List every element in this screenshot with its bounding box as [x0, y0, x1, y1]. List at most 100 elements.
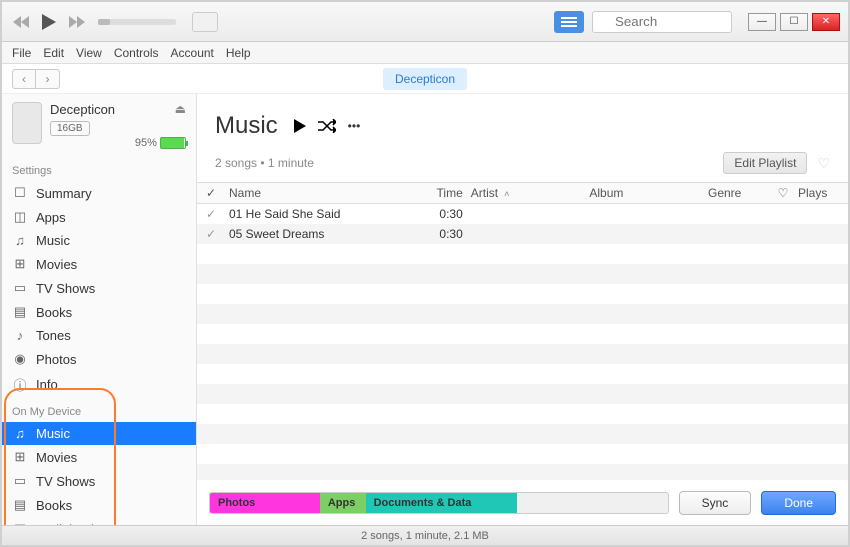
track-time: 0:30: [419, 227, 471, 241]
device-icon: ☐: [12, 185, 28, 201]
storage-usage-bar: Photos Apps Documents & Data: [209, 492, 669, 514]
minimize-button[interactable]: —: [748, 13, 776, 31]
eject-icon[interactable]: ⏏: [175, 102, 186, 116]
more-icon[interactable]: •••: [348, 119, 361, 133]
sidebar-item-audiobooks[interactable]: ▤Audiobooks: [2, 517, 196, 525]
menu-view[interactable]: View: [76, 46, 102, 60]
photos-icon: ◉: [12, 351, 28, 367]
sidebar-item-label: Music: [36, 233, 70, 248]
apps-icon: ◫: [12, 209, 28, 225]
sidebar-item-label: Books: [36, 305, 72, 320]
device-tab[interactable]: Decepticon: [383, 68, 467, 90]
prev-track-icon[interactable]: [10, 12, 32, 32]
sidebar: ⏏ Decepticon 16GB 95% Settings ☐ Summary ◫…: [2, 94, 197, 525]
sidebar-item-info[interactable]: ⓘ Info: [2, 371, 196, 398]
sidebar-item-label: Summary: [36, 186, 92, 201]
play-all-icon[interactable]: [294, 119, 306, 133]
forward-button[interactable]: ›: [36, 69, 60, 89]
sidebar-item-movies[interactable]: ⊞Movies: [2, 445, 196, 469]
maximize-button[interactable]: ☐: [780, 13, 808, 31]
row-check[interactable]: ✓: [197, 207, 225, 221]
menu-file[interactable]: File: [12, 46, 31, 60]
sidebar-item-music[interactable]: ♫Music: [2, 422, 196, 445]
usage-apps: Apps: [320, 493, 366, 513]
sidebar-item-summary[interactable]: ☐ Summary: [2, 181, 196, 205]
table-row: [197, 244, 848, 264]
edit-playlist-button[interactable]: Edit Playlist: [723, 152, 807, 174]
device-card: ⏏ Decepticon 16GB 95%: [2, 94, 196, 161]
sidebar-item-movies[interactable]: ⊞Movies: [2, 252, 196, 276]
column-time[interactable]: Time: [419, 186, 471, 200]
menubar: File Edit View Controls Account Help: [2, 42, 848, 64]
column-plays[interactable]: Plays: [798, 186, 848, 200]
list-view-button[interactable]: [554, 11, 584, 33]
shuffle-icon[interactable]: [318, 119, 336, 133]
table-row: [197, 464, 848, 480]
device-name: Decepticon: [50, 102, 186, 117]
menu-controls[interactable]: Controls: [114, 46, 159, 60]
column-love[interactable]: ♡: [768, 186, 798, 200]
love-icon[interactable]: ♡: [817, 155, 830, 172]
sidebar-item-label: Tones: [36, 328, 71, 343]
sidebar-heading-ondevice: On My Device: [2, 402, 196, 422]
column-artist[interactable]: Artist˄: [471, 186, 590, 200]
tones-icon: ♪: [12, 328, 28, 343]
column-album[interactable]: Album: [589, 186, 708, 200]
sidebar-item-books[interactable]: ▤ Books: [2, 300, 196, 324]
nav-toolbar: ‹ › Decepticon: [2, 64, 848, 94]
table-row[interactable]: ✓05 Sweet Dreams0:30: [197, 224, 848, 244]
books-icon: ▤: [12, 304, 28, 320]
battery-icon: [160, 137, 186, 149]
sidebar-item-label: Books: [36, 498, 72, 513]
menu-help[interactable]: Help: [226, 46, 251, 60]
sidebar-item-label: Info: [36, 377, 58, 392]
sidebar-item-photos[interactable]: ◉Photos: [2, 347, 196, 371]
table-row: [197, 264, 848, 284]
usage-docs: Documents & Data: [366, 493, 517, 513]
menu-edit[interactable]: Edit: [43, 46, 64, 60]
column-genre[interactable]: Genre: [708, 186, 768, 200]
table-row: [197, 404, 848, 424]
tv-icon: ▭: [12, 473, 28, 489]
sort-caret-icon: ˄: [504, 189, 509, 199]
movies-icon: ⊞: [12, 449, 28, 465]
table-row: [197, 444, 848, 464]
sync-button[interactable]: Sync: [679, 491, 752, 515]
search-input[interactable]: [592, 11, 732, 33]
track-name: 05 Sweet Dreams: [225, 227, 419, 241]
sidebar-item-label: TV Shows: [36, 474, 95, 489]
done-button[interactable]: Done: [761, 491, 836, 515]
table-row: [197, 324, 848, 344]
sidebar-item-music[interactable]: ♫Music: [2, 229, 196, 252]
airplay-button[interactable]: [192, 12, 218, 32]
sidebar-item-tv-shows[interactable]: ▭ TV Shows: [2, 469, 196, 493]
battery-percent: 95%: [135, 137, 157, 149]
sidebar-item-books[interactable]: ▤Books: [2, 493, 196, 517]
sidebar-heading-settings: Settings: [2, 161, 196, 181]
table-row: [197, 364, 848, 384]
menu-account[interactable]: Account: [171, 46, 214, 60]
sidebar-item-tv-shows[interactable]: ▭TV Shows: [2, 276, 196, 300]
close-button[interactable]: ✕: [812, 13, 840, 31]
status-bar: 2 songs, 1 minute, 2.1 MB: [2, 525, 848, 545]
next-track-icon[interactable]: [66, 12, 88, 32]
sidebar-item-label: Apps: [36, 210, 66, 225]
titlebar: — ☐ ✕: [2, 2, 848, 42]
volume-slider[interactable]: [98, 19, 176, 25]
sidebar-item-label: Music: [36, 426, 70, 441]
table-row: [197, 344, 848, 364]
play-icon[interactable]: [38, 12, 60, 32]
table-row: [197, 384, 848, 404]
column-name[interactable]: Name: [225, 186, 419, 200]
row-check[interactable]: ✓: [197, 227, 225, 241]
track-list: ✓01 He Said She Said0:30✓05 Sweet Dreams…: [197, 204, 848, 480]
sidebar-item-tones[interactable]: ♪ Tones: [2, 324, 196, 347]
page-title: Music: [215, 112, 278, 140]
info-icon: ⓘ: [12, 375, 28, 394]
sidebar-item-apps[interactable]: ◫ Apps: [2, 205, 196, 229]
sidebar-item-label: Audiobooks: [36, 522, 104, 525]
back-button[interactable]: ‹: [12, 69, 36, 89]
column-check[interactable]: ✓: [197, 186, 225, 200]
usage-free: [517, 493, 668, 513]
table-row[interactable]: ✓01 He Said She Said0:30: [197, 204, 848, 224]
